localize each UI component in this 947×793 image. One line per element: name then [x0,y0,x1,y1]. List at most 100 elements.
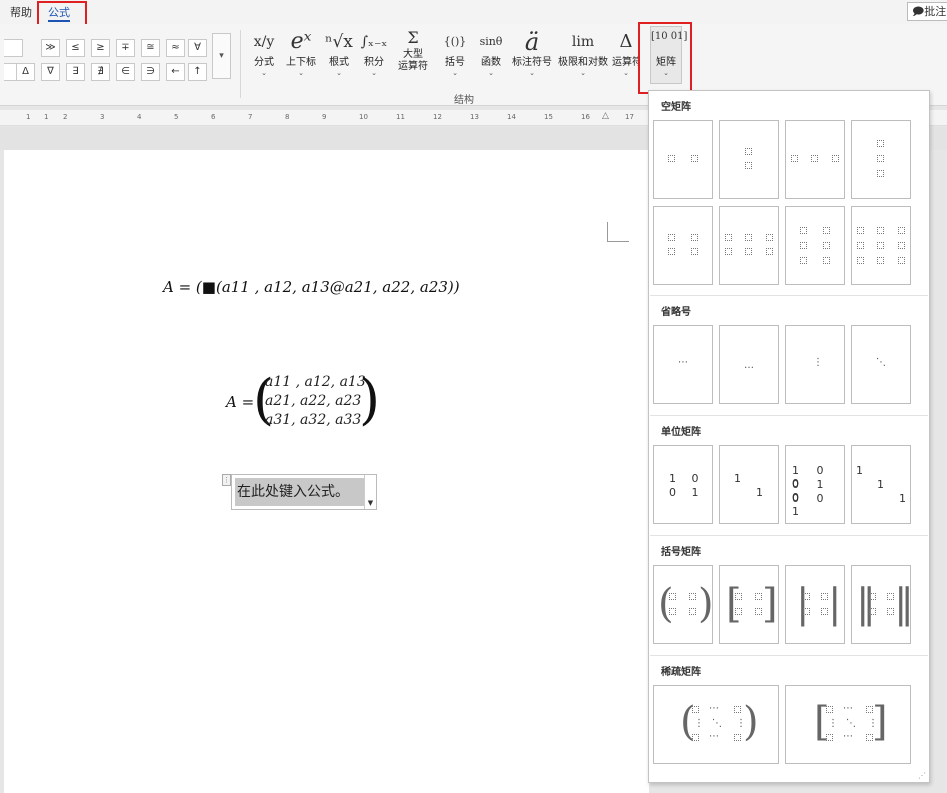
ruler-tick: 3 [100,113,105,121]
placeholder-box [857,242,864,249]
matrix-right-paren: ) [359,368,381,431]
symbol-item[interactable]: ∀ [188,39,207,57]
ellipsis-horizontal-icon: ⋯ [843,731,853,742]
symbol-item[interactable]: ↑ [188,63,207,81]
symbol-item[interactable]: ∓ [116,39,135,57]
sparse-matrix-parentheses[interactable]: ( ⋯ ⋮ ⋱ ⋮ ⋯ ) [653,685,779,764]
matrix-3x3[interactable] [851,206,911,285]
placeholder-box [689,608,696,615]
indent-marker-icon[interactable]: △ [602,111,609,121]
symbol-item[interactable]: ≅ [141,39,160,57]
symbol-item[interactable]: ≥ [91,39,110,57]
equation-input[interactable]: 在此处键入公式。 ▼ [231,474,377,510]
ellipsis-baseline[interactable]: … [719,325,779,404]
placeholder-box [735,593,742,600]
matrix-row[interactable]: a31, a32, a33 [265,412,361,428]
symbol-item[interactable]: ∄ [91,63,110,81]
placeholder-box [745,234,752,241]
chevron-down-icon: ⌄ [371,69,377,77]
symbol-item[interactable]: ∃ [66,63,85,81]
equation-placeholder[interactable]: 在此处键入公式。 [235,478,365,506]
section-title-empty-matrix: 空矩阵 [661,102,691,113]
script-button[interactable]: eˣ 上下标 ⌄ [283,27,319,87]
formula-linear[interactable]: A = (■(a11 , a12, a13@a21, a22, a23)) [163,278,460,296]
chevron-down-icon: ⌄ [529,69,535,77]
equation-options-chevron-icon[interactable]: ▼ [364,475,376,509]
script-label: 上下标 [286,57,316,68]
placeholder-box [766,234,773,241]
comment-button[interactable]: 🗩批注 [907,2,947,21]
matrix-norm-2x2[interactable]: ‖ ‖ [851,565,914,644]
integral-label: 积分 [364,57,384,68]
matrix-2x1[interactable] [719,120,779,199]
ruler-tick: 10 [359,113,368,121]
ellipsis-diagonal[interactable]: ⋱ [851,325,911,404]
integral-button[interactable]: ∫ₓ₋ₓ 积分 ⌄ [360,27,388,87]
placeholder-box [669,608,676,615]
matrix-determinant-2x2[interactable]: | | [785,565,845,644]
placeholder-box [668,234,675,241]
right-paren-icon: ) [698,581,714,627]
gallery-more-button[interactable]: ▾ [212,33,231,79]
symbol-item[interactable]: ∋ [141,63,160,81]
large-operator-button[interactable]: Σ 大型 运算符 [393,27,433,87]
placeholder-box [668,248,675,255]
ruler-tick: 8 [285,113,290,121]
symbol-item[interactable]: ∈ [116,63,135,81]
equation-drag-handle[interactable]: ⋮ [222,474,231,486]
placeholder-box [734,734,741,741]
ellipsis-vertical[interactable]: ⋮ [785,325,845,404]
symbol-item[interactable]: ≈ [166,39,185,57]
tab-help[interactable]: 帮助 [10,3,32,22]
symbol-item[interactable]: ← [166,63,185,81]
placeholder-box [669,593,676,600]
sparse-matrix-brackets[interactable]: [ ⋯ ⋮ ⋱ ⋮ ⋯ ] [785,685,911,764]
matrix-row[interactable]: a21, a22, a23 [265,393,361,409]
limit-log-button[interactable]: lim 极限和对数 ⌄ [557,27,609,87]
bracket-icon: {()} [443,35,467,48]
placeholder-box [821,608,828,615]
accent-button[interactable]: ä 标注符号 ⌄ [511,27,553,87]
matrix-1x2[interactable] [653,120,713,199]
document-page[interactable] [4,150,649,793]
left-double-bar-icon: ‖ [856,581,876,627]
ellipsis-horizontal-center[interactable]: ⋯ [653,325,713,404]
bracket-button[interactable]: {()} 括号 ⌄ [441,27,469,87]
symbol-item[interactable]: ≫ [41,39,60,57]
operator-button[interactable]: Δ 运算符 ⌄ [612,27,640,87]
placeholder-box [745,248,752,255]
matrix-2x2[interactable] [653,206,713,285]
formula-matrix-lhs[interactable]: A = [226,393,254,411]
radical-button[interactable]: ⁿ√x 根式 ⌄ [324,27,354,87]
placeholder-box [877,227,884,234]
function-button[interactable]: sinθ 函数 ⌄ [476,27,506,87]
matrix-parentheses-2x2[interactable]: ( ) [653,565,714,644]
fraction-label: 分式 [254,57,274,68]
matrix-2x3[interactable] [719,206,779,285]
matrix-1x3[interactable] [785,120,845,199]
placeholder-box [725,248,732,255]
highlight-box-formula-tab [37,1,87,26]
identity-2x2-sparse[interactable]: 1 1 [719,445,779,524]
matrix-3x1[interactable] [851,120,911,199]
ruler-tick: 7 [248,113,253,121]
identity-2x2[interactable]: 1 0 0 1 [653,445,713,524]
symbol-item[interactable]: ≤ [66,39,85,57]
placeholder-box [755,593,762,600]
resize-grip-icon[interactable]: ⋰ [918,771,926,780]
identity-3x3[interactable]: 1 0 0 0 1 0 0 0 1 [785,445,845,524]
identity-3x3-sparse[interactable]: 1 1 1 [851,445,911,524]
ruler-tick: 13 [470,113,479,121]
matrix-row[interactable]: a11 , a12, a13 [265,374,366,390]
symbol-item[interactable] [4,39,23,57]
ruler-tick: 16 [581,113,590,121]
identity-row: 1 0 [669,472,705,485]
matrix-square-brackets-2x2[interactable]: [ ] [719,565,779,644]
ruler-tick: 11 [396,113,405,121]
symbol-item[interactable]: Δ [16,63,35,81]
matrix-3x2[interactable] [785,206,845,285]
placeholder-box [691,155,698,162]
placeholder-box [725,234,732,241]
symbol-item[interactable]: ∇ [41,63,60,81]
fraction-button[interactable]: x/y 分式 ⌄ [250,27,278,87]
